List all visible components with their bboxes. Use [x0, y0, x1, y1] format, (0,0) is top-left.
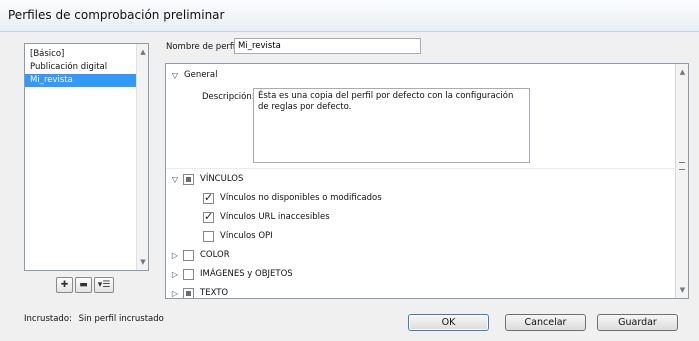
plus-icon: ✚ [60, 279, 69, 290]
window-title: Perfiles de comprobación preliminar [8, 8, 225, 22]
profile-name-input[interactable] [234, 38, 421, 54]
profiles-list[interactable]: [Básico] Publicación digital Mi_revista … [24, 43, 149, 271]
description-field[interactable]: Ésta es una copia del perfil por defecto… [253, 88, 530, 163]
collapsed-triangle-icon[interactable]: ▷ [170, 251, 180, 260]
rule-label: Vínculos OPI [220, 231, 273, 241]
minus-icon: ▬ [79, 279, 88, 290]
rules-scrollbar[interactable]: ▲ ▼ [675, 64, 688, 298]
description-label: Descripción: [202, 92, 255, 102]
dialog-window: Perfiles de comprobación preliminar [Bás… [0, 0, 699, 341]
rule-label: Vínculos URL inaccesibles [220, 212, 330, 222]
imagenes-section[interactable]: ▷ IMÁGENES y OBJETOS [170, 266, 293, 282]
embedded-value: Sin perfil incrustado [78, 314, 164, 324]
collapsed-triangle-icon[interactable]: ▷ [170, 289, 180, 298]
embedded-status: Incrustado: Sin perfil incrustado [24, 314, 164, 324]
texto-label: TEXTO [200, 288, 229, 298]
vinculos-checkbox[interactable] [183, 173, 194, 185]
texto-checkbox[interactable] [183, 287, 194, 298]
general-label: General [184, 70, 218, 80]
ok-button[interactable]: OK [408, 314, 489, 331]
profile-item-publicacion-digital[interactable]: Publicación digital [25, 61, 148, 74]
rule-row[interactable]: Vínculos URL inaccesibles [203, 209, 330, 225]
profile-item-mi-revista[interactable]: Mi_revista [25, 74, 148, 87]
rule-row[interactable]: Vínculos OPI [203, 228, 273, 244]
profile-menu-button[interactable]: ▾☰ [94, 277, 114, 293]
profile-item-basico[interactable]: [Básico] [25, 48, 148, 61]
imagenes-label: IMÁGENES y OBJETOS [200, 269, 293, 279]
cancel-button[interactable]: Cancelar [505, 314, 586, 331]
rule-label: Vínculos no disponibles o modificados [220, 193, 382, 203]
rules-panel: ▽ General Descripción: Ésta es una copia… [165, 63, 689, 299]
save-button[interactable]: Guardar [597, 314, 678, 331]
scroll-down-icon[interactable]: ▼ [137, 256, 149, 268]
color-label: COLOR [200, 250, 230, 260]
title-bar: Perfiles de comprobación preliminar [0, 0, 699, 32]
rule-checkbox[interactable] [203, 191, 214, 204]
vinculos-section[interactable]: ▽ VÍNCULOS [170, 171, 243, 187]
profile-name-label: Nombre de perfil: [166, 42, 241, 52]
rule-checkbox[interactable] [203, 210, 214, 223]
expanded-triangle-icon[interactable]: ▽ [170, 71, 180, 80]
general-section-header[interactable]: ▽ General [170, 67, 218, 83]
rule-checkbox[interactable] [203, 230, 214, 242]
imagenes-checkbox[interactable] [183, 268, 194, 280]
delete-profile-button[interactable]: ▬ [75, 277, 92, 293]
color-checkbox[interactable] [183, 249, 194, 261]
scroll-down-icon[interactable]: ▼ [676, 284, 688, 296]
collapsed-triangle-icon[interactable]: ▷ [170, 270, 180, 279]
menu-icon: ▾☰ [97, 279, 111, 290]
profile-buttons: ✚ ▬ ▾☰ [56, 277, 114, 295]
new-profile-button[interactable]: ✚ [56, 277, 73, 293]
scroll-up-icon[interactable]: ▲ [676, 66, 688, 78]
vinculos-label: VÍNCULOS [200, 174, 244, 184]
color-section[interactable]: ▷ COLOR [170, 247, 230, 263]
section-divider [166, 168, 676, 169]
scroll-grip-icon[interactable] [679, 162, 685, 170]
embedded-label: Incrustado: [24, 314, 72, 324]
texto-section[interactable]: ▷ TEXTO [170, 285, 229, 298]
profiles-scrollbar[interactable]: ▲ ▼ [136, 44, 148, 270]
rule-row[interactable]: Vínculos no disponibles o modificados [203, 190, 382, 206]
scroll-up-icon[interactable]: ▲ [137, 46, 149, 58]
expanded-triangle-icon[interactable]: ▽ [170, 175, 180, 184]
